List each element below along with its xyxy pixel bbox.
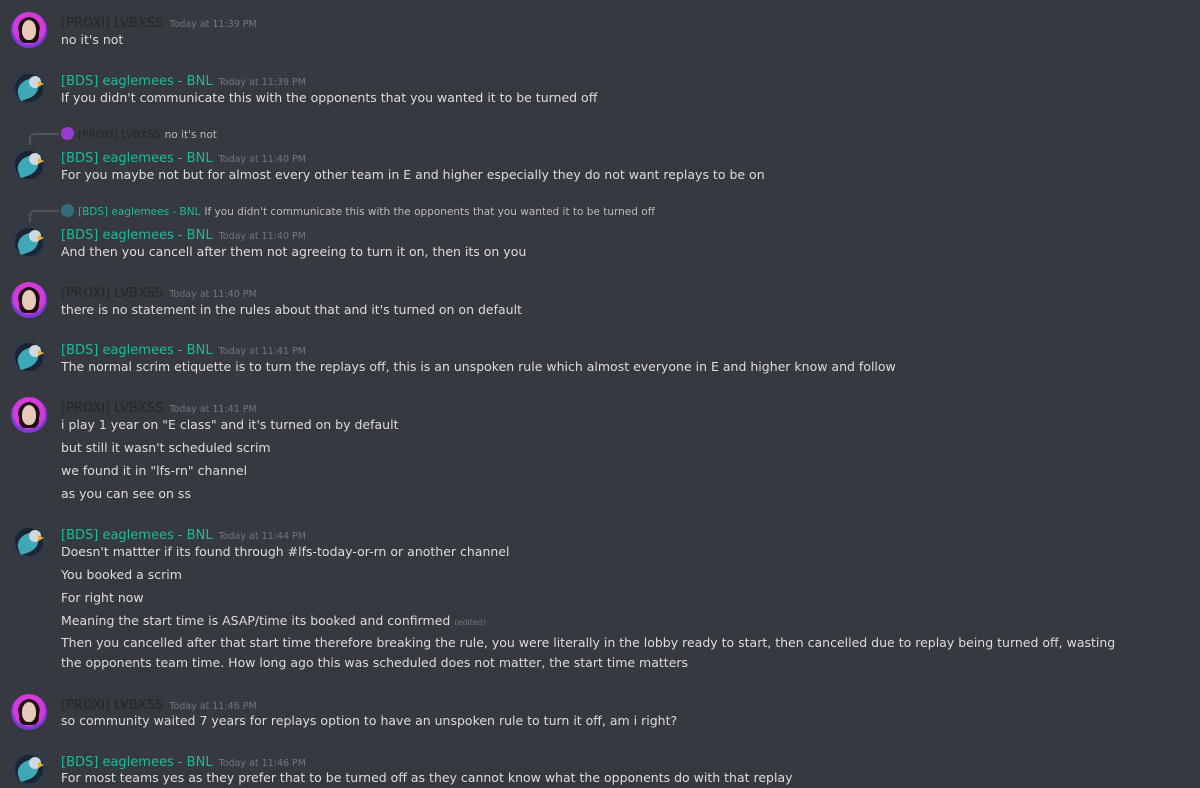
message-text: as you can see on ss <box>61 486 191 501</box>
message-text: but still it wasn't scheduled scrim <box>61 440 271 455</box>
user-avatar[interactable] <box>11 282 47 318</box>
username[interactable]: [PROXI] LVBXSS <box>61 698 163 713</box>
edited-tag: (edited) <box>454 618 486 627</box>
username[interactable]: [BDS] eaglemees - BNL <box>61 228 213 243</box>
message-text: Then you cancelled after that start time… <box>61 635 1116 670</box>
message-text: You booked a scrim <box>61 567 182 582</box>
reply-username: [BDS] eaglemees - BNL <box>78 206 201 218</box>
message-text: For right now <box>61 590 144 605</box>
reply-username: [PROXI] LVBXSS <box>78 129 161 141</box>
message-text-content: Meaning the start time is ASAP/time its … <box>61 613 451 628</box>
timestamp: Today at 11:39 PM <box>218 77 306 88</box>
user-avatar[interactable] <box>11 70 47 106</box>
message-text: For you maybe not but for almost every o… <box>61 167 765 182</box>
username[interactable]: [BDS] eaglemees - BNL <box>61 528 213 543</box>
message-text: Meaning the start time is ASAP/time its … <box>61 613 486 628</box>
user-avatar[interactable] <box>11 751 47 787</box>
message-text: If you didn't communicate this with the … <box>61 90 598 105</box>
user-avatar[interactable] <box>11 147 47 183</box>
message-text: so community waited 7 years for replays … <box>61 713 678 728</box>
reply-avatar <box>61 127 74 140</box>
reply-preview[interactable]: [BDS] eaglemees - BNL If you didn't commu… <box>29 204 655 222</box>
user-avatar[interactable] <box>11 524 47 560</box>
user-avatar[interactable] <box>11 12 47 48</box>
message-text: The normal scrim etiquette is to turn th… <box>61 359 896 374</box>
message-text: no it's not <box>61 32 124 47</box>
username[interactable]: [BDS] eaglemees - BNL <box>61 755 213 770</box>
message-text: For most teams yes as they prefer that t… <box>61 770 793 785</box>
message-text: Doesn't mattter if its found through #lf… <box>61 544 510 559</box>
username[interactable]: [BDS] eaglemees - BNL <box>61 343 213 358</box>
user-avatar[interactable] <box>11 397 47 433</box>
username[interactable]: [PROXI] LVBXSS <box>61 401 163 416</box>
timestamp: Today at 11:41 PM <box>218 346 306 357</box>
timestamp: Today at 11:40 PM <box>218 231 306 242</box>
timestamp: Today at 11:44 PM <box>218 531 306 542</box>
message-text: i play 1 year on "E class" and it's turn… <box>61 417 399 432</box>
user-avatar[interactable] <box>11 224 47 260</box>
timestamp: Today at 11:46 PM <box>169 701 257 712</box>
message-text: we found it in "lfs-rn" channel <box>61 463 248 478</box>
timestamp: Today at 11:41 PM <box>169 404 257 415</box>
reply-preview[interactable]: [PROXI] LVBXSS no it's not <box>29 127 217 145</box>
username[interactable]: [PROXI] LVBXSS <box>61 286 163 301</box>
timestamp: Today at 11:40 PM <box>218 154 306 165</box>
timestamp: Today at 11:39 PM <box>169 19 257 30</box>
user-avatar[interactable] <box>11 694 47 730</box>
reply-text: no it's not <box>164 129 217 141</box>
timestamp: Today at 11:40 PM <box>169 289 257 300</box>
reply-text: If you didn't communicate this with the … <box>204 206 655 218</box>
message-text: And then you cancell after them not agre… <box>61 244 527 259</box>
reply-avatar <box>61 204 74 217</box>
username[interactable]: [PROXI] LVBXSS <box>61 16 163 31</box>
username[interactable]: [BDS] eaglemees - BNL <box>61 151 213 166</box>
user-avatar[interactable] <box>11 339 47 375</box>
username[interactable]: [BDS] eaglemees - BNL <box>61 74 213 89</box>
timestamp: Today at 11:46 PM <box>218 758 306 769</box>
message-text: there is no statement in the rules about… <box>61 302 522 317</box>
